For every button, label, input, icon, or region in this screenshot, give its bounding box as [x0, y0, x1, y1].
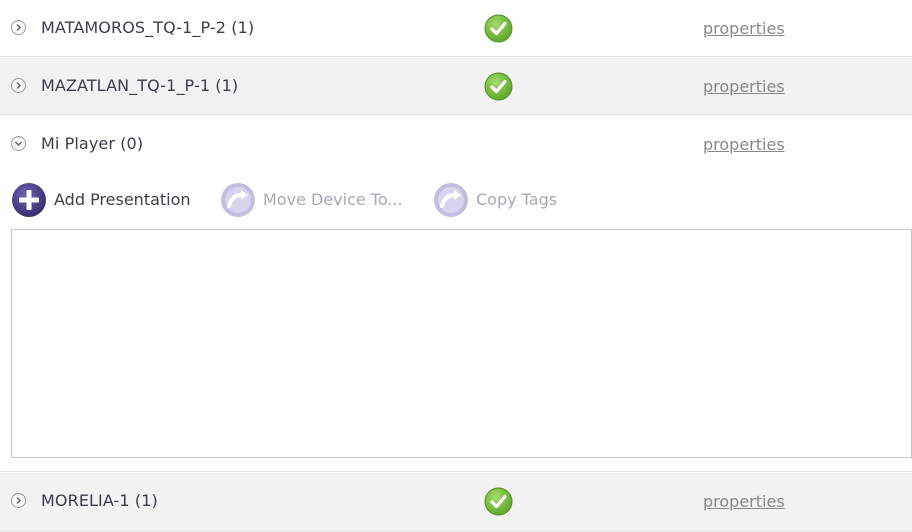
green-check-icon [484, 14, 513, 43]
plus-icon [12, 183, 46, 217]
chevron-right-icon[interactable] [11, 20, 26, 35]
device-name[interactable]: MATAMOROS_TQ-1_P-2 (1) [41, 18, 254, 37]
chevron-down-icon[interactable] [11, 136, 26, 151]
properties-link[interactable]: properties [703, 77, 785, 96]
presentation-list-area[interactable] [11, 229, 912, 458]
add-presentation-button[interactable]: Add Presentation [11, 181, 201, 219]
properties-link[interactable]: properties [703, 19, 785, 38]
move-device-label: Move Device To... [263, 190, 403, 209]
properties-link[interactable]: properties [703, 492, 785, 511]
green-check-icon [484, 72, 513, 101]
device-row[interactable]: Mi Player (0) properties [0, 116, 912, 173]
copy-tags-icon [434, 183, 468, 217]
copy-tags-label: Copy Tags [476, 190, 558, 209]
chevron-right-icon[interactable] [11, 493, 26, 508]
move-device-button[interactable]: Move Device To... [220, 181, 422, 219]
device-name[interactable]: MORELIA-1 (1) [41, 491, 158, 510]
move-arrow-icon [221, 183, 255, 217]
copy-tags-button[interactable]: Copy Tags [433, 181, 573, 219]
properties-link[interactable]: properties [703, 135, 785, 154]
device-row[interactable]: MAZATLAN_TQ-1_P-1 (1) properties [0, 58, 912, 115]
device-name[interactable]: Mi Player (0) [41, 134, 143, 153]
device-row[interactable]: MORELIA-1 (1) properties [0, 473, 912, 532]
device-name[interactable]: MAZATLAN_TQ-1_P-1 (1) [41, 76, 238, 95]
green-check-icon [484, 487, 513, 516]
device-row[interactable]: MATAMOROS_TQ-1_P-2 (1) properties [0, 0, 912, 57]
chevron-right-icon[interactable] [11, 78, 26, 93]
add-presentation-label: Add Presentation [54, 190, 191, 209]
